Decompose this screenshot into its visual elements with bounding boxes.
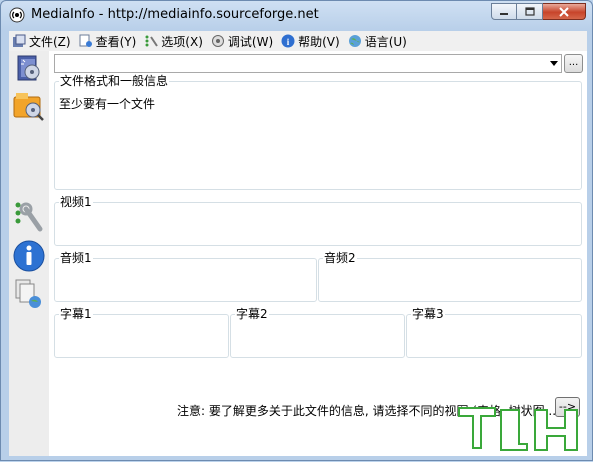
menu-file-label: 文件(Z): [29, 34, 71, 49]
view-icon: [79, 34, 93, 48]
web-icon: [15, 279, 41, 308]
close-button[interactable]: [543, 3, 586, 20]
audio2-group: 音频2: [318, 252, 582, 302]
maximize-icon: [524, 7, 535, 16]
mediainfo-app-icon: [9, 7, 25, 23]
menu-help[interactable]: i 帮助(V): [278, 31, 345, 51]
open-folder-icon: [13, 93, 44, 121]
sidebar: [9, 51, 49, 456]
video1-legend: 视频1: [60, 195, 92, 209]
menu-debug[interactable]: 调试(W): [208, 31, 278, 51]
general-info-text: 至少要有一个文件: [59, 97, 156, 111]
text2-legend: 字幕2: [236, 307, 268, 321]
text1-group: 字幕1: [54, 308, 229, 358]
video1-group: 视频1: [54, 196, 582, 246]
title-bar[interactable]: MediaInfo - http://mediainfo.sourceforge…: [1, 1, 592, 31]
web-button[interactable]: [12, 277, 46, 311]
debug-icon: [211, 34, 225, 48]
main-content: ... 文件格式和一般信息 至少要有一个文件 视频1 音频1 音频2 字幕1 字…: [49, 51, 587, 456]
menu-view-label: 查看(Y): [95, 34, 137, 49]
text3-legend: 字幕3: [412, 307, 444, 321]
open-file-button[interactable]: [12, 52, 46, 86]
minimize-button[interactable]: [491, 3, 517, 20]
menu-options-label: 选项(X): [161, 34, 203, 49]
open-folder-button[interactable]: [12, 89, 46, 123]
options-icon: [144, 34, 159, 48]
caption-buttons: [491, 3, 586, 21]
audio1-group: 音频1: [54, 252, 317, 302]
general-info-legend: 文件格式和一般信息: [60, 74, 169, 88]
minimize-icon: [500, 12, 508, 15]
text2-group: 字幕2: [230, 308, 405, 358]
app-window: MediaInfo - http://mediainfo.sourceforge…: [0, 0, 593, 461]
window-title: MediaInfo - http://mediainfo.sourceforge…: [31, 7, 319, 22]
menu-language-label: 语言(U): [364, 34, 407, 49]
text1-legend: 字幕1: [60, 307, 92, 321]
about-button[interactable]: [12, 239, 46, 273]
menu-help-label: 帮助(V): [298, 34, 340, 49]
menu-file[interactable]: 文件(Z): [9, 31, 76, 51]
about-icon: [13, 240, 45, 272]
menu-language[interactable]: 语言(U): [345, 31, 412, 51]
close-icon: [559, 6, 569, 17]
file-icon: [12, 34, 26, 48]
help-icon: i: [281, 34, 295, 48]
menu-view[interactable]: 查看(Y): [76, 31, 142, 51]
chevron-down-icon[interactable]: [546, 55, 561, 72]
preferences-icon: [15, 202, 43, 232]
preferences-button[interactable]: [12, 199, 46, 233]
menu-bar: 文件(Z) 查看(Y) 选项(X) 调试(W) i 帮助(V) 语言(U): [9, 31, 587, 51]
audio1-legend: 音频1: [60, 251, 92, 265]
menu-debug-label: 调试(W): [227, 34, 274, 49]
language-icon: [348, 34, 362, 48]
audio2-legend: 音频2: [324, 251, 356, 265]
file-selector-dropdown[interactable]: [54, 54, 562, 73]
client-area: 文件(Z) 查看(Y) 选项(X) 调试(W) i 帮助(V) 语言(U) ..…: [9, 31, 587, 456]
watermark-logo: [455, 404, 585, 459]
text3-group: 字幕3: [406, 308, 582, 358]
maximize-button[interactable]: [517, 3, 543, 20]
browse-button[interactable]: ...: [564, 54, 583, 73]
general-info-group: 文件格式和一般信息 至少要有一个文件: [54, 75, 582, 190]
menu-options[interactable]: 选项(X): [141, 31, 208, 51]
open-file-icon: [17, 55, 40, 81]
